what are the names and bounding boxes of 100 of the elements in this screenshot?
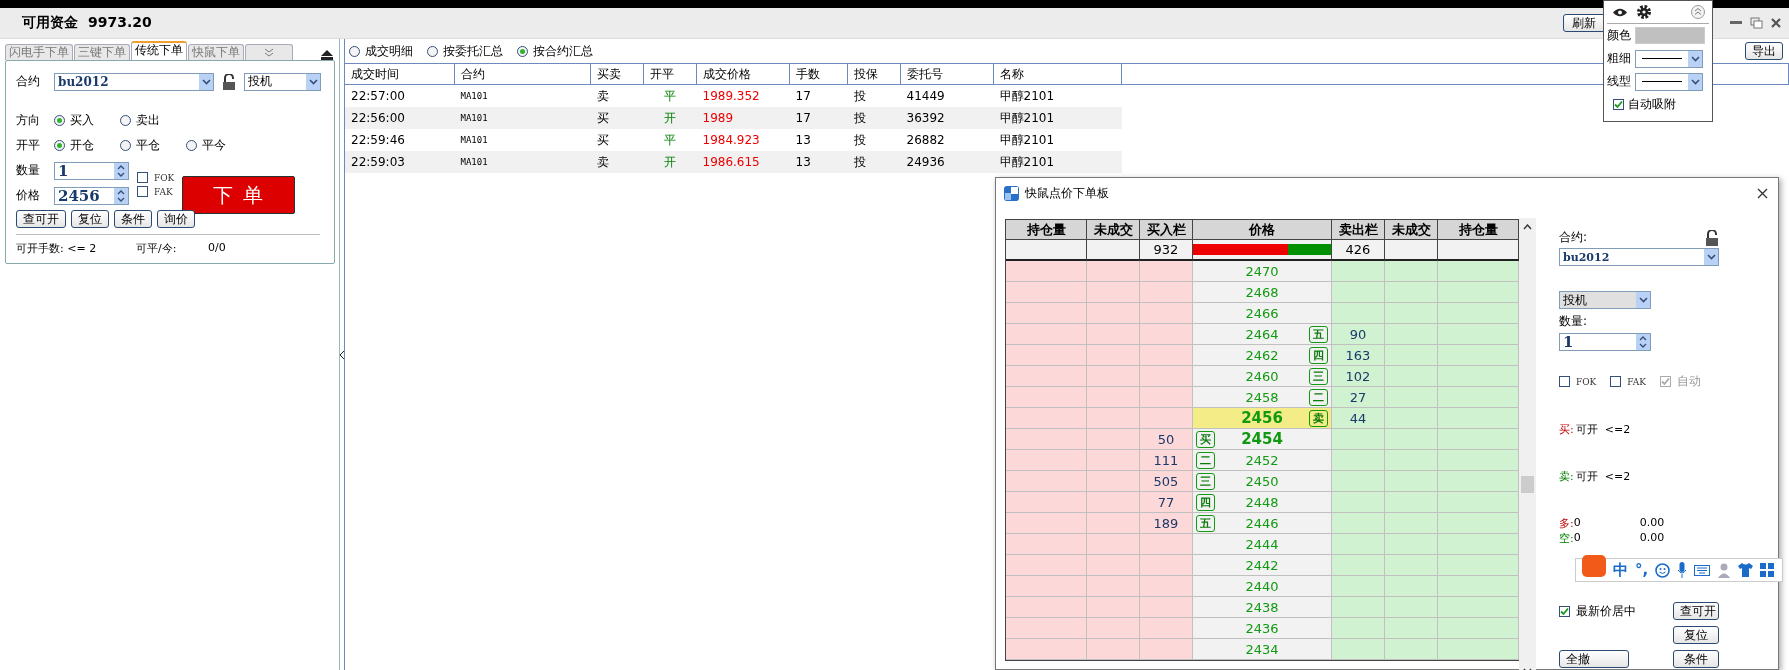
bid-volume[interactable]: 77 [1140, 492, 1193, 513]
checkbox[interactable] [1559, 605, 1570, 617]
punctuation-toggle[interactable]: °, [1635, 561, 1649, 579]
close-icon[interactable] [1757, 187, 1768, 199]
buy-cell[interactable] [1006, 492, 1087, 513]
condition-button[interactable]: 条件 [1673, 650, 1719, 668]
buy-cell[interactable] [1087, 303, 1140, 324]
hedge-dropdown[interactable]: 投机 [244, 72, 321, 91]
buy-cell[interactable] [1140, 261, 1193, 282]
bid-volume[interactable]: 505 [1140, 471, 1193, 492]
input-method-logo-icon[interactable] [1582, 555, 1606, 577]
sell-cell[interactable] [1438, 534, 1519, 555]
buy-cell[interactable] [1006, 387, 1087, 408]
sell-cell[interactable] [1438, 513, 1519, 534]
price-cell[interactable]: 2462 四 [1193, 345, 1332, 366]
sell-cell[interactable] [1385, 471, 1438, 492]
query-button[interactable]: 查可开 [1673, 602, 1719, 620]
buy-cell[interactable] [1087, 555, 1140, 576]
sell-cell[interactable] [1332, 303, 1385, 324]
microphone-icon[interactable] [1677, 562, 1688, 578]
bid-volume[interactable]: 50 [1140, 429, 1193, 450]
buy-cell[interactable] [1087, 282, 1140, 303]
sell-cell[interactable] [1332, 513, 1385, 534]
buy-cell[interactable] [1006, 513, 1087, 534]
buy-cell[interactable] [1087, 429, 1140, 450]
restore-icon[interactable] [1750, 17, 1763, 29]
submit-order-button[interactable]: 下 单 [182, 176, 296, 214]
sell-cell[interactable] [1438, 345, 1519, 366]
price-cell[interactable]: 2460 三 [1193, 366, 1332, 387]
sell-cell[interactable] [1332, 576, 1385, 597]
sell-cell[interactable] [1385, 303, 1438, 324]
buy-cell[interactable] [1087, 261, 1140, 282]
order-tab[interactable]: 三键下单 [74, 44, 130, 60]
collapse-up-icon[interactable] [1691, 5, 1705, 19]
quantity-field[interactable]: 1 [1559, 333, 1651, 351]
sell-cell[interactable] [1385, 555, 1438, 576]
checkbox[interactable] [137, 186, 148, 197]
radio-button[interactable] [349, 45, 360, 57]
sell-cell[interactable] [1438, 576, 1519, 597]
sell-cell[interactable] [1385, 618, 1438, 639]
action-button[interactable]: 条件 [114, 210, 152, 228]
scroll-up-icon[interactable] [1523, 224, 1532, 230]
shirt-icon[interactable] [1738, 563, 1754, 577]
line-width-dropdown[interactable] [1635, 49, 1703, 68]
buy-cell[interactable] [1140, 618, 1193, 639]
action-button[interactable]: 查可开 [16, 210, 66, 228]
ask-volume[interactable]: 163 [1332, 345, 1385, 366]
reset-button[interactable]: 复位 [1673, 626, 1719, 644]
radio-button[interactable] [427, 45, 438, 57]
buy-cell[interactable] [1087, 576, 1140, 597]
sell-cell[interactable] [1385, 576, 1438, 597]
line-style-dropdown[interactable] [1635, 72, 1703, 91]
sell-cell[interactable] [1385, 639, 1438, 660]
buy-cell[interactable] [1006, 450, 1087, 471]
buy-cell[interactable] [1006, 639, 1087, 660]
sell-cell[interactable] [1385, 282, 1438, 303]
radio-button[interactable] [54, 140, 65, 151]
buy-cell[interactable] [1140, 282, 1193, 303]
buy-cell[interactable] [1006, 408, 1087, 429]
color-swatch[interactable] [1635, 27, 1705, 44]
sell-cell[interactable] [1438, 597, 1519, 618]
user-icon[interactable] [1717, 562, 1732, 578]
radio-button[interactable] [120, 115, 131, 126]
sell-cell[interactable] [1438, 471, 1519, 492]
input-mode-toggle[interactable]: 中 [1613, 560, 1628, 580]
sell-cell[interactable] [1385, 492, 1438, 513]
buy-cell[interactable] [1006, 366, 1087, 387]
buy-cell[interactable] [1140, 303, 1193, 324]
price-cell[interactable]: 四 2448 [1193, 492, 1332, 513]
sell-cell[interactable] [1438, 324, 1519, 345]
sell-cell[interactable] [1438, 429, 1519, 450]
sell-cell[interactable] [1438, 618, 1519, 639]
bid-volume[interactable]: 189 [1140, 513, 1193, 534]
export-button[interactable]: 导出 [1745, 42, 1783, 60]
close-icon[interactable] [1771, 18, 1781, 28]
sell-cell[interactable] [1332, 534, 1385, 555]
buy-cell[interactable] [1087, 324, 1140, 345]
buy-cell[interactable] [1140, 366, 1193, 387]
sell-cell[interactable] [1438, 492, 1519, 513]
price-cell[interactable]: 2456 卖 [1193, 408, 1332, 429]
quantity-field[interactable]: 1 [54, 161, 129, 180]
buy-cell[interactable] [1087, 534, 1140, 555]
hedge-dropdown[interactable]: 投机 [1559, 291, 1651, 309]
buy-cell[interactable] [1006, 471, 1087, 492]
buy-cell[interactable] [1006, 597, 1087, 618]
sell-cell[interactable] [1438, 303, 1519, 324]
ask-volume[interactable]: 102 [1332, 366, 1385, 387]
sell-cell[interactable] [1332, 555, 1385, 576]
buy-cell[interactable] [1087, 639, 1140, 660]
buy-cell[interactable] [1087, 366, 1140, 387]
buy-cell[interactable] [1006, 345, 1087, 366]
sell-cell[interactable] [1438, 639, 1519, 660]
buy-cell[interactable] [1087, 513, 1140, 534]
price-cell[interactable]: 2464 五 [1193, 324, 1332, 345]
sell-cell[interactable] [1385, 324, 1438, 345]
buy-cell[interactable] [1140, 597, 1193, 618]
sell-cell[interactable] [1385, 366, 1438, 387]
sell-cell[interactable] [1438, 408, 1519, 429]
sell-cell[interactable] [1438, 450, 1519, 471]
sell-cell[interactable] [1332, 471, 1385, 492]
